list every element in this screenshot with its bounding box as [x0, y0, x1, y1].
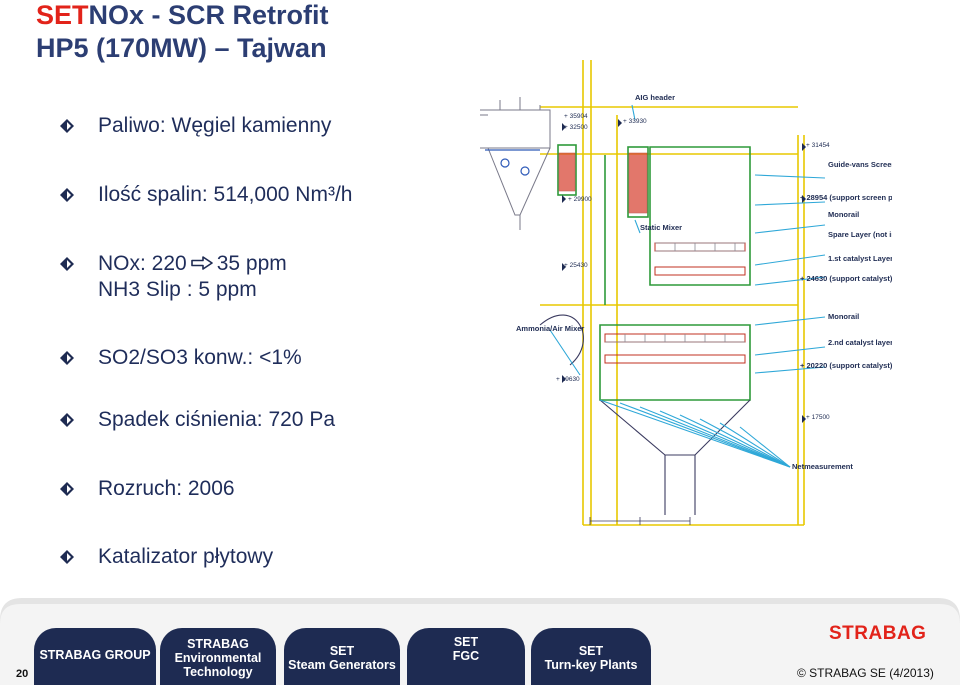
guide-vanes-label: Guide-vans Screen-plate	[828, 160, 892, 169]
diamond-bullet-icon	[60, 550, 74, 564]
diamond-bullet-icon	[60, 413, 74, 427]
diamond-bullet-icon	[60, 257, 74, 271]
tab-label: Steam Generators	[288, 658, 396, 672]
tab-label: FGC	[452, 649, 480, 663]
nox-before: NOx: 220	[98, 252, 187, 275]
page-number: 20	[16, 668, 29, 680]
arrow-right-icon	[190, 256, 213, 270]
support-screen-label: + 28954 (support screen plate)	[800, 193, 892, 202]
bullet-text: SO2/SO3 konw.: <1%	[98, 346, 302, 369]
title-accent: SET	[36, 0, 89, 30]
strabag-logo: STRABAG	[829, 623, 927, 644]
ammonia-mixer-label: Ammonia/Air Mixer	[516, 324, 584, 333]
diamond-bullet-icon	[60, 482, 74, 496]
monorail-label: Monorail	[828, 210, 859, 219]
tab-label: Technology	[183, 665, 253, 679]
tab-label: SET	[578, 644, 604, 658]
elevation-label: + 29900	[568, 196, 592, 203]
elevation-label: + 35904	[564, 113, 588, 120]
bullet-text: Spadek ciśnienia: 720 Pa	[98, 408, 335, 431]
copyright-notice: © STRABAG SE (4/2013)	[797, 666, 934, 680]
slide-title: SETNOx - SCR Retrofit	[36, 0, 329, 30]
support-catalyst-2-label: + 20220 (support catalyst)	[800, 361, 892, 370]
elevation-label: + 32500	[564, 124, 588, 131]
measurement-label: Netmeasurement	[792, 462, 853, 471]
tab-strabag-group[interactable]: STRABAG GROUP	[34, 628, 156, 685]
tab-label: SET	[453, 635, 479, 649]
support-catalyst-1-label: + 24630 (support catalyst)	[800, 274, 892, 283]
tab-label: STRABAG GROUP	[39, 648, 151, 662]
elevation-label: + 19630	[556, 376, 580, 383]
tab-label: SET	[329, 644, 355, 658]
nox-after: 35 ppm	[216, 252, 287, 275]
tab-set-steam-generators[interactable]: SET Steam Generators	[284, 628, 400, 685]
bullet-text: Katalizator płytowy	[98, 545, 274, 568]
tab-label: Environmental	[174, 651, 262, 665]
elevation-label: + 25430	[564, 262, 588, 269]
catalyst-layer-2-label: 2.nd catalyst layer	[828, 338, 892, 347]
bullet-text: Ilość spalin: 514,000 Nm³/h	[98, 183, 353, 206]
aig-header-label: AIG header	[635, 93, 675, 102]
scr-reactor-drawing: + 35904 + 32500 + 33930 + 29900 + 25430 …	[480, 55, 892, 528]
elevation-label: + 33930	[623, 118, 647, 125]
tab-set-fgc[interactable]: SET FGC	[407, 628, 525, 685]
tab-strabag-environmental[interactable]: STRABAG Environmental Technology	[160, 628, 276, 685]
bullet-text: Rozruch: 2006	[98, 477, 235, 500]
diamond-bullet-icon	[60, 119, 74, 133]
bullet-text-nox: NOx: 220 35 ppm	[98, 251, 287, 277]
spare-layer-label: Spare Layer (not installed yet)	[828, 230, 892, 239]
title-rest: NOx - SCR Retrofit	[88, 0, 329, 30]
tab-label: Turn-key Plants	[544, 658, 638, 672]
catalyst-layer-1-label: 1.st catalyst Layer	[828, 254, 892, 263]
slide-subtitle: HP5 (170MW) – Tajwan	[36, 33, 327, 63]
monorail-label: Monorail	[828, 312, 859, 321]
diamond-bullet-icon	[60, 351, 74, 365]
tab-set-turnkey-plants[interactable]: SET Turn-key Plants	[531, 628, 651, 685]
bullet-text: Paliwo: Węgiel kamienny	[98, 114, 332, 137]
elevation-label: + 31454	[806, 142, 830, 149]
tab-label: STRABAG	[187, 637, 249, 651]
elevation-label: + 17500	[806, 414, 830, 421]
diamond-bullet-icon	[60, 188, 74, 202]
bullet-text-nh3: NH3 Slip : 5 ppm	[98, 278, 257, 301]
static-mixer-label: Static Mixer	[640, 223, 682, 232]
